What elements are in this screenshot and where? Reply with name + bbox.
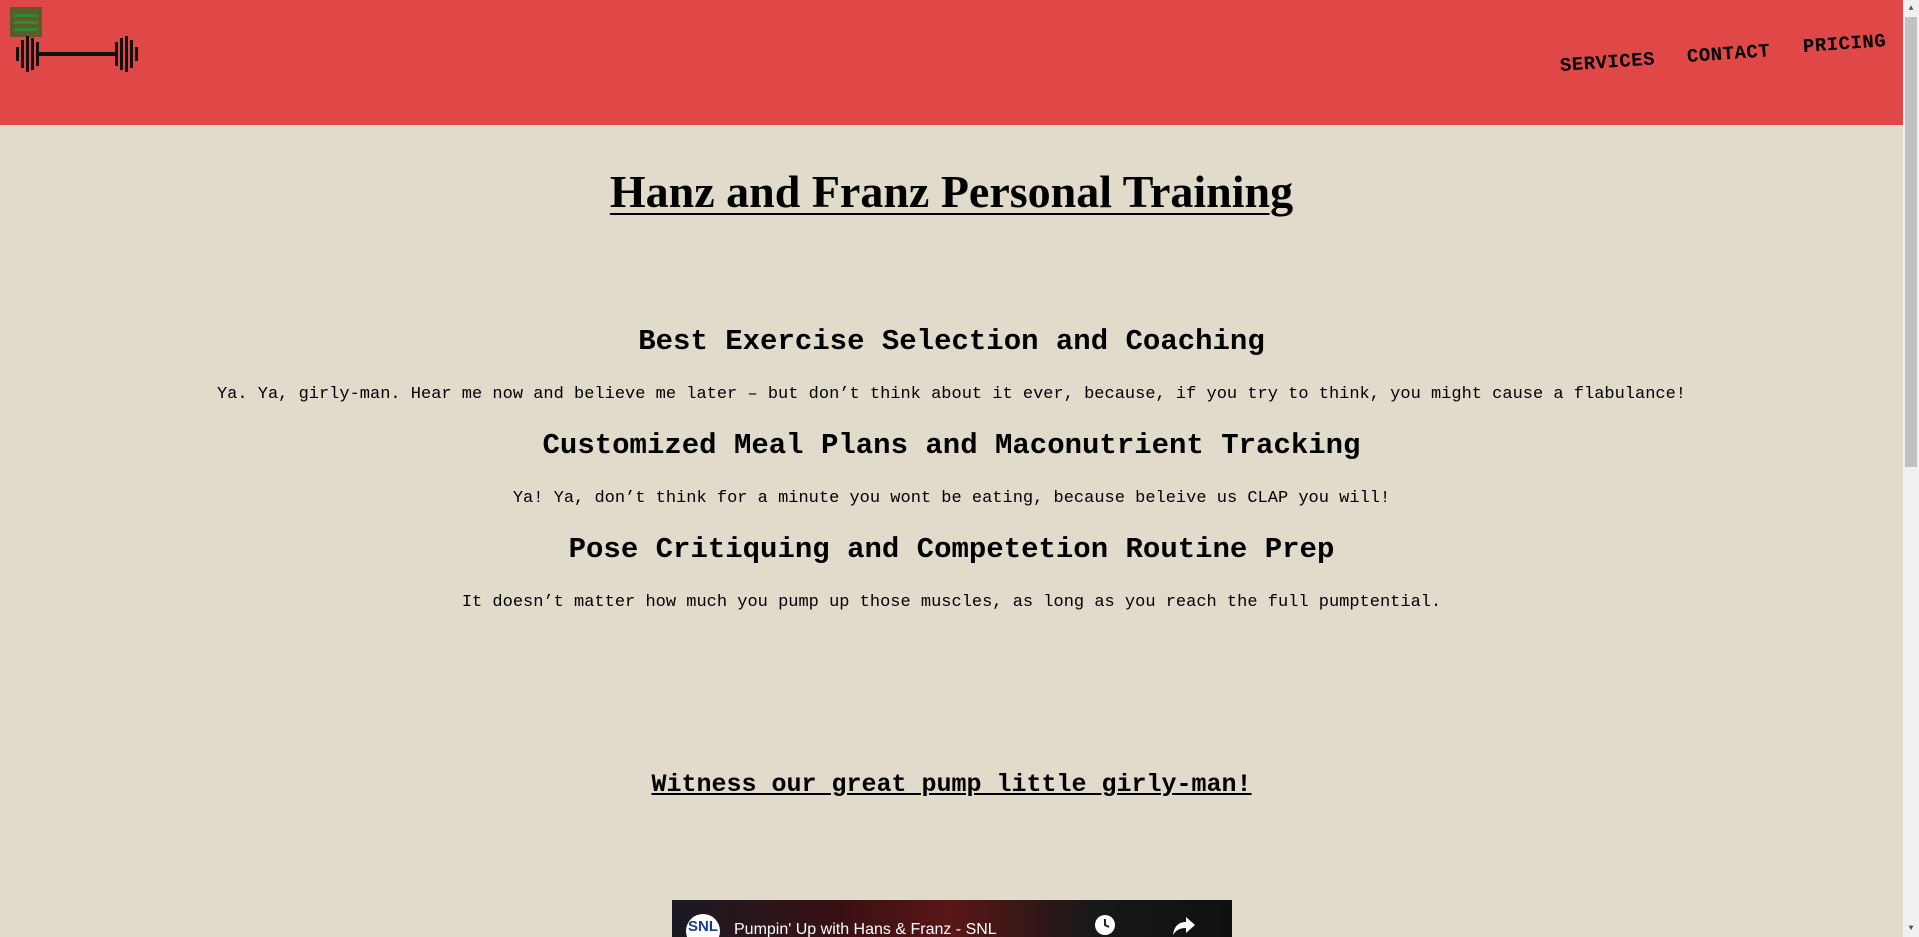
nav-services-link[interactable]: SERVICES xyxy=(1559,48,1656,77)
nav-contact-link[interactable]: CONTACT xyxy=(1686,40,1771,68)
channel-logo[interactable]: SNL xyxy=(686,914,720,937)
service-heading-meal-plans: Customized Meal Plans and Maconutrient T… xyxy=(542,429,1361,462)
share-icon[interactable] xyxy=(1172,914,1196,936)
service-text-meal-plans: Ya! Ya, don’t think for a minute you won… xyxy=(512,489,1391,508)
video-title[interactable]: Pumpin' Up with Hans & Franz - SNL xyxy=(734,921,997,937)
barbell-icon[interactable] xyxy=(16,34,138,74)
hamburger-line xyxy=(14,13,38,17)
hamburger-line xyxy=(14,27,38,31)
scroll-up-arrow-icon[interactable]: ▲ xyxy=(1903,0,1919,17)
scroll-down-arrow-icon[interactable]: ▼ xyxy=(1903,920,1919,937)
hamburger-line xyxy=(14,20,38,24)
vertical-scrollbar[interactable]: ▲ ▼ xyxy=(1903,0,1919,937)
service-heading-pose: Pose Critiquing and Competetion Routine … xyxy=(568,533,1335,566)
page-title: Hanz and Franz Personal Training xyxy=(609,166,1294,217)
site-header: SERVICES CONTACT PRICING xyxy=(0,0,1903,125)
service-heading-coaching: Best Exercise Selection and Coaching xyxy=(638,325,1265,358)
hamburger-menu-button[interactable] xyxy=(10,7,42,37)
service-text-pose: It doesn’t matter how much you pump up t… xyxy=(461,593,1442,612)
video-embed[interactable]: SNL Pumpin' Up with Hans & Franz - SNL xyxy=(672,900,1232,937)
service-text-coaching: Ya. Ya, girly-man. Hear me now and belie… xyxy=(216,385,1687,404)
scrollbar-thumb[interactable] xyxy=(1905,17,1917,467)
nav-pricing-link[interactable]: PRICING xyxy=(1802,30,1887,58)
clock-icon[interactable] xyxy=(1094,914,1116,936)
witness-video-link[interactable]: Witness our great pump little girly-man! xyxy=(0,770,1903,799)
